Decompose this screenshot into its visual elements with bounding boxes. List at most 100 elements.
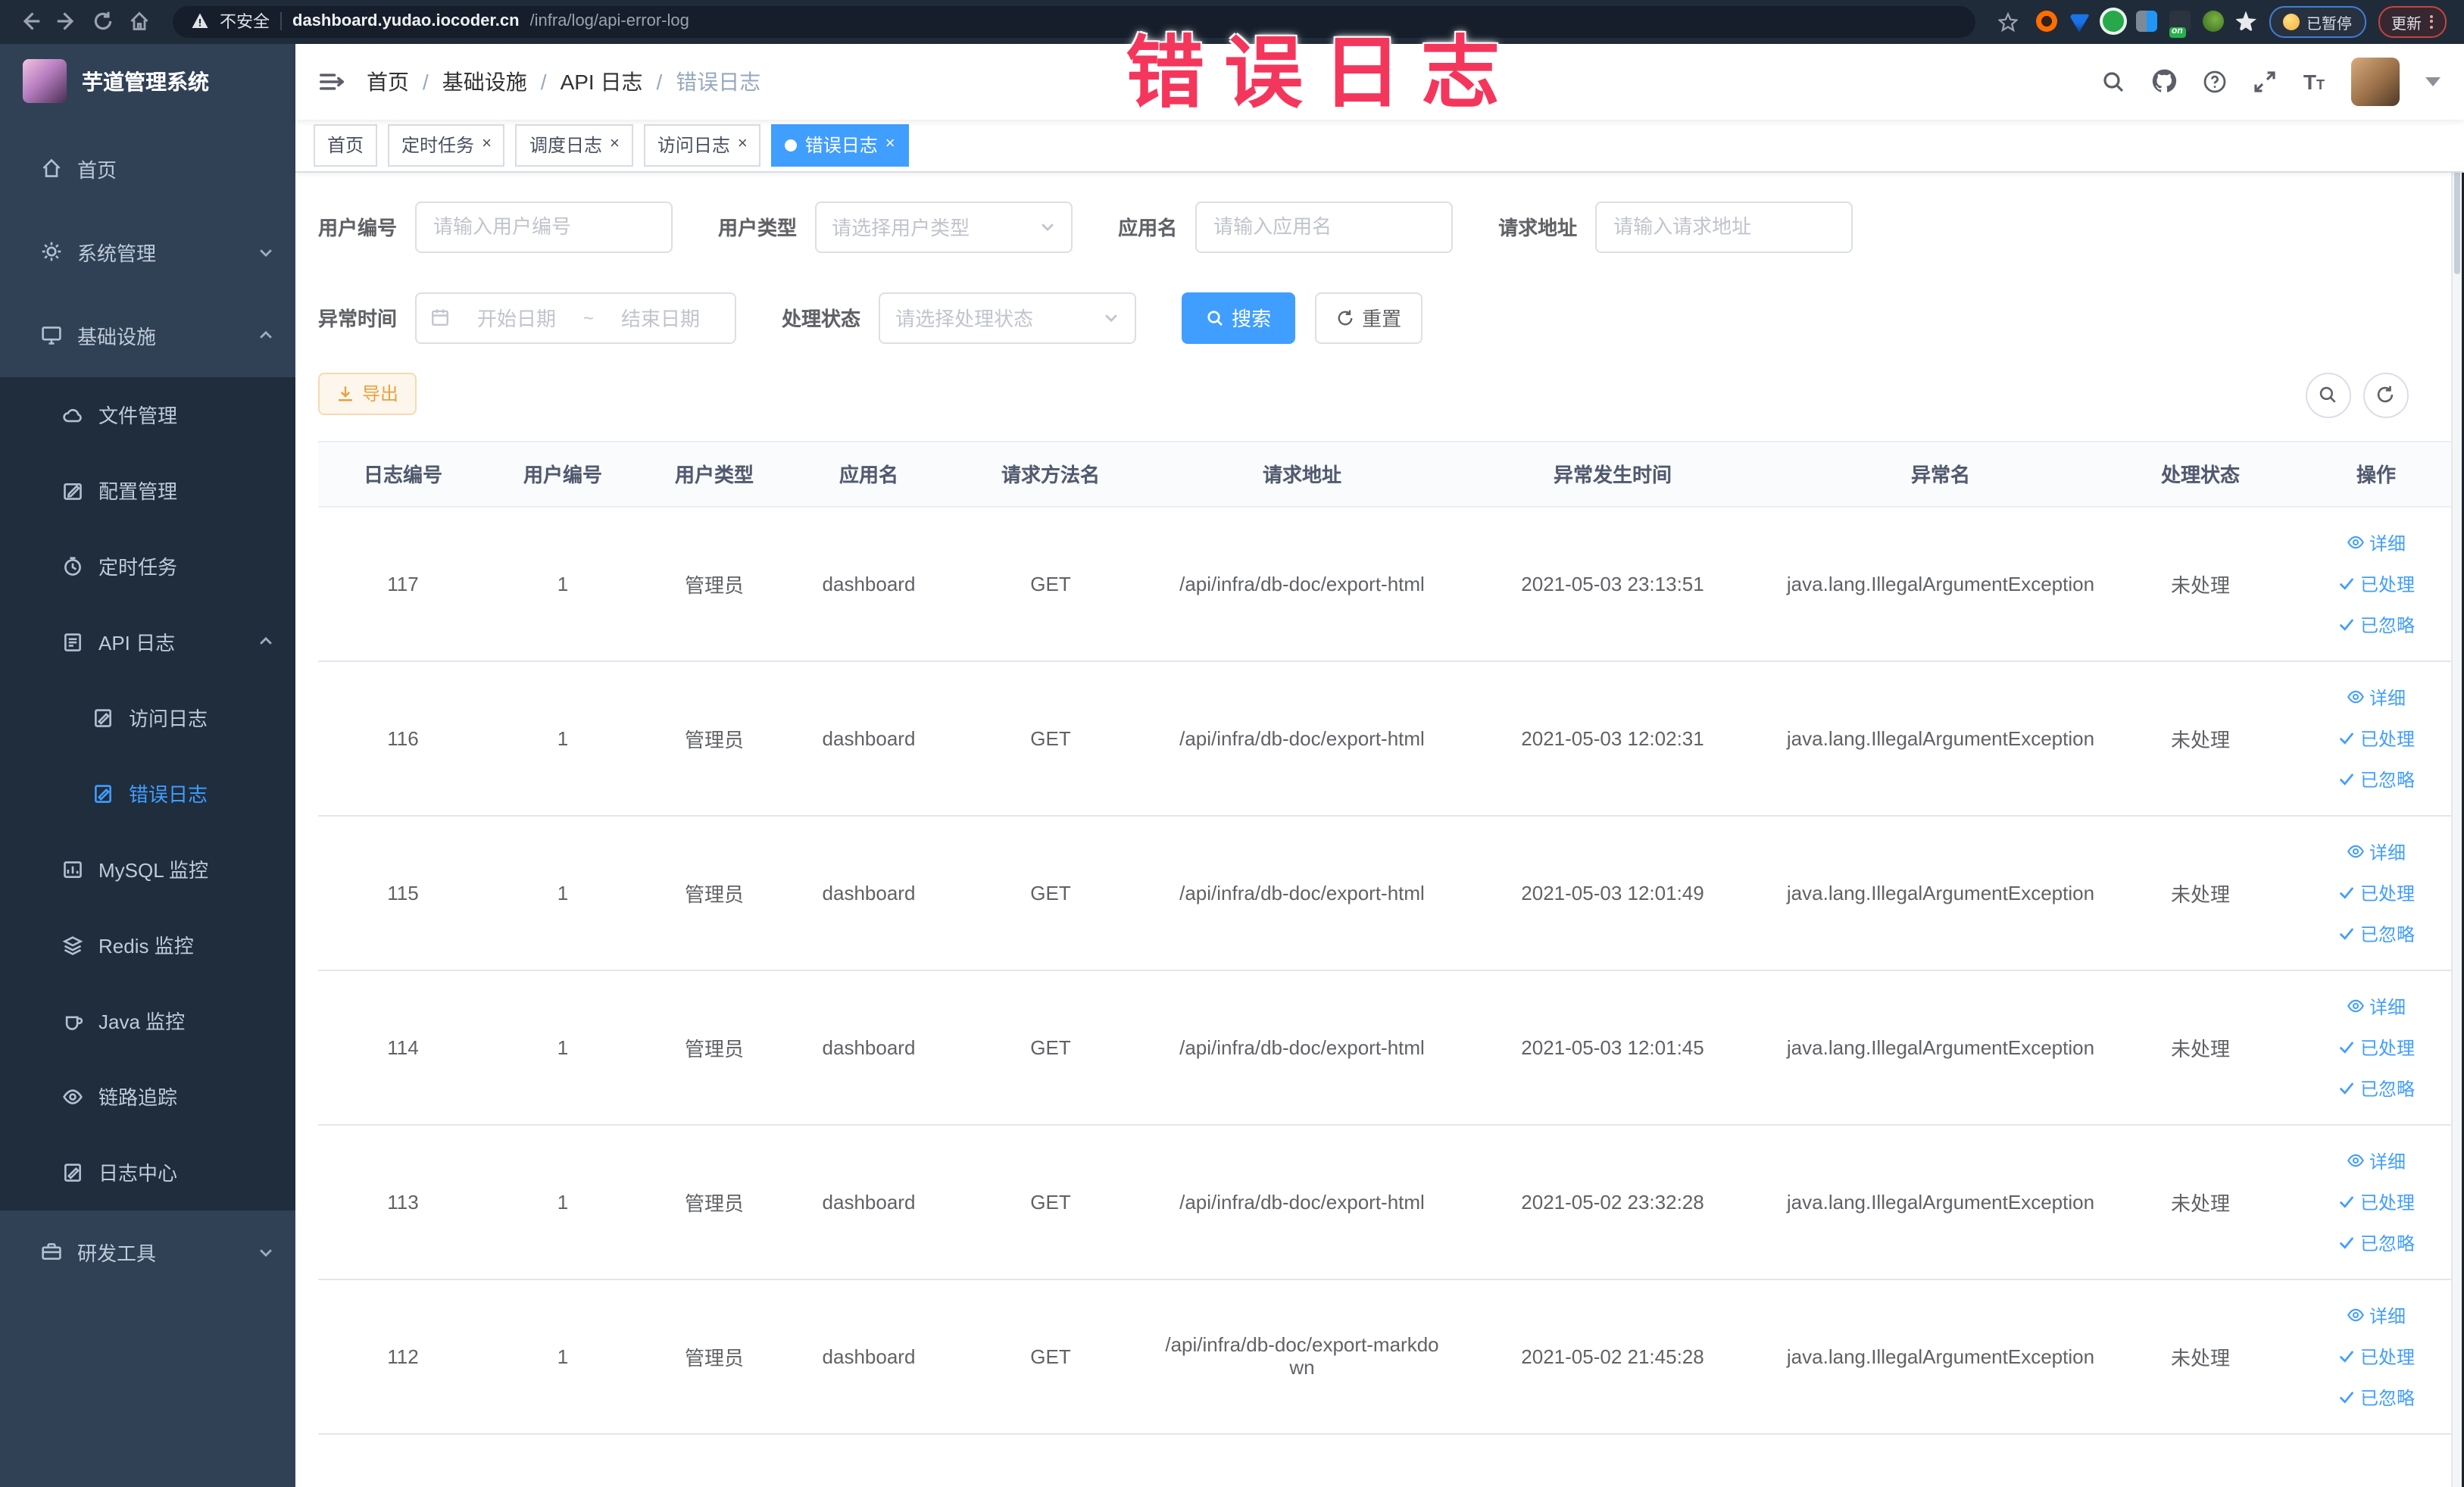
address-bar[interactable]: 不安全 dashboard.yudao.iocoder.cn/infra/log… xyxy=(173,5,1975,38)
sidebar-item-mysql-monitor[interactable]: MySQL 监控 xyxy=(0,831,295,907)
process-status-select[interactable]: 请选择处理状态 xyxy=(879,292,1137,343)
mark-ignored-link[interactable]: 已忽略 xyxy=(2338,766,2415,792)
tab-close-icon[interactable]: × xyxy=(885,136,895,153)
user-menu-caret-icon[interactable] xyxy=(2425,77,2440,86)
search-button[interactable]: 搜索 xyxy=(1182,292,1296,343)
mark-ignored-link[interactable]: 已忽略 xyxy=(2338,1075,2415,1101)
reset-button[interactable]: 重置 xyxy=(1315,292,1423,343)
page-content: 用户编号 用户类型 请选择用户类型 应用名 xyxy=(295,172,2464,1487)
tab-close-icon[interactable]: × xyxy=(610,136,620,153)
browser-home-button[interactable] xyxy=(124,7,155,37)
app-logo[interactable]: 芋道管理系统 xyxy=(0,43,295,119)
request-url-input[interactable] xyxy=(1595,201,1853,252)
calendar-icon xyxy=(432,309,448,326)
date-range-picker[interactable]: 开始日期 ~ 结束日期 xyxy=(415,292,737,343)
mark-processed-link[interactable]: 已处理 xyxy=(2338,1343,2415,1369)
filter-user-type: 用户类型 请选择用户类型 xyxy=(718,201,1073,252)
extension-green-check-icon[interactable] xyxy=(2102,11,2123,33)
sidebar-item-infrastructure[interactable]: 基础设施 xyxy=(0,293,295,376)
mark-processed-link[interactable]: 已处理 xyxy=(2338,879,2415,905)
extension-orange-icon[interactable] xyxy=(2035,11,2056,33)
extension-shield-icon[interactable] xyxy=(2069,14,2090,33)
sidebar-item-system[interactable]: 系统管理 xyxy=(0,210,295,293)
extension-star-icon[interactable] xyxy=(2235,11,2256,33)
chevron-up-icon xyxy=(260,636,272,645)
mark-processed-link[interactable]: 已处理 xyxy=(2338,1189,2415,1214)
bookmark-star-button[interactable] xyxy=(1993,7,2023,37)
paused-extension-badge[interactable]: 已暂停 xyxy=(2269,5,2366,38)
font-size-button[interactable]: TT xyxy=(2303,70,2325,92)
sidebar-item-tracing[interactable]: 链路追踪 xyxy=(0,1058,295,1134)
refresh-table-button[interactable] xyxy=(2363,372,2408,417)
tab-scheduled-tasks[interactable]: 定时任务 × xyxy=(388,123,505,166)
mark-ignored-link[interactable]: 已忽略 xyxy=(2338,611,2415,637)
filter-row-2: 异常时间 开始日期 ~ 结束日期 处理状态 请选择处理状态 搜索 重置 xyxy=(318,292,2455,343)
sidebar-toggle-button[interactable] xyxy=(320,70,344,92)
tab-error-log[interactable]: 错误日志 × xyxy=(771,123,909,166)
tab-access-log[interactable]: 访问日志 × xyxy=(643,123,761,166)
browser-update-button[interactable]: 更新 xyxy=(2378,5,2446,38)
sidebar-item-java-monitor[interactable]: Java 监控 xyxy=(0,982,295,1058)
help-button[interactable] xyxy=(2203,69,2228,93)
detail-link[interactable]: 详细 xyxy=(2347,530,2406,555)
extension-leaf-icon[interactable] xyxy=(2202,11,2223,33)
mark-ignored-link[interactable]: 已忽略 xyxy=(2338,920,2415,946)
chevron-down-icon xyxy=(1042,223,1054,232)
tab-close-icon[interactable]: × xyxy=(738,136,748,153)
mark-ignored-link[interactable]: 已忽略 xyxy=(2338,1384,2415,1410)
user-type-select[interactable]: 请选择用户类型 xyxy=(815,201,1073,252)
forward-arrow-icon xyxy=(57,12,74,31)
sidebar-item-log-center[interactable]: 日志中心 xyxy=(0,1134,295,1210)
refresh-icon xyxy=(2377,386,2394,403)
check-icon xyxy=(2339,1042,2354,1054)
chart-icon xyxy=(64,861,82,877)
eye-icon xyxy=(2347,999,2364,1013)
mark-ignored-link[interactable]: 已忽略 xyxy=(2338,1229,2415,1255)
extension-grid-icon[interactable] xyxy=(2135,11,2156,33)
extension-dark-icon[interactable]: on xyxy=(2169,11,2190,39)
breadcrumb-infrastructure[interactable]: 基础设施 xyxy=(442,66,527,96)
sidebar-item-redis-monitor[interactable]: Redis 监控 xyxy=(0,907,295,982)
mark-processed-link[interactable]: 已处理 xyxy=(2338,725,2415,751)
sidebar-item-dev-tools[interactable]: 研发工具 xyxy=(0,1210,295,1293)
detail-link[interactable]: 详细 xyxy=(2347,1148,2406,1173)
tab-schedule-log[interactable]: 调度日志 × xyxy=(515,123,633,166)
sidebar-item-home[interactable]: 首页 xyxy=(0,127,295,210)
browser-reload-button[interactable] xyxy=(88,7,118,37)
browser-forward-button[interactable] xyxy=(52,7,82,37)
detail-link[interactable]: 详细 xyxy=(2347,1302,2406,1328)
sidebar-item-access-log[interactable]: 访问日志 xyxy=(0,679,295,755)
eye-icon xyxy=(63,1089,83,1104)
header-search-button[interactable] xyxy=(2102,69,2126,93)
tab-home[interactable]: 首页 xyxy=(314,123,378,166)
breadcrumb-home[interactable]: 首页 xyxy=(367,66,409,96)
sidebar-menu: 首页 系统管理 基础设施 文件管理 配置管理 定时任务 API 日志 访问日志 … xyxy=(0,119,295,1487)
app-name-input[interactable] xyxy=(1195,201,1454,252)
sidebar-item-api-log[interactable]: API 日志 xyxy=(0,604,295,679)
export-button[interactable]: 导出 xyxy=(318,372,417,414)
mark-processed-link[interactable]: 已处理 xyxy=(2338,1034,2415,1060)
sidebar-item-file-management[interactable]: 文件管理 xyxy=(0,376,295,452)
sidebar-item-error-log[interactable]: 错误日志 xyxy=(0,755,295,831)
breadcrumb-api-log[interactable]: API 日志 xyxy=(561,66,643,96)
back-arrow-icon xyxy=(23,12,40,31)
mark-processed-link[interactable]: 已处理 xyxy=(2338,570,2415,596)
detail-link[interactable]: 详细 xyxy=(2347,993,2406,1019)
tab-close-icon[interactable]: × xyxy=(482,136,492,153)
fullscreen-button[interactable] xyxy=(2253,69,2278,93)
detail-link[interactable]: 详细 xyxy=(2347,839,2406,864)
check-icon xyxy=(2339,773,2354,786)
github-link[interactable] xyxy=(2152,68,2178,94)
search-icon xyxy=(1207,310,1223,325)
detail-link[interactable]: 详细 xyxy=(2347,684,2406,710)
user-id-input[interactable] xyxy=(415,201,673,252)
check-icon xyxy=(2339,578,2354,590)
toggle-search-button[interactable] xyxy=(2305,372,2350,417)
avatar[interactable] xyxy=(2350,57,2399,105)
timer-icon xyxy=(64,556,81,575)
sidebar-item-config-management[interactable]: 配置管理 xyxy=(0,452,295,528)
page-scrollbar[interactable] xyxy=(2450,43,2461,1487)
sidebar-item-scheduled-tasks[interactable]: 定时任务 xyxy=(0,528,295,604)
check-icon xyxy=(2339,1392,2354,1404)
browser-back-button[interactable] xyxy=(15,7,45,37)
